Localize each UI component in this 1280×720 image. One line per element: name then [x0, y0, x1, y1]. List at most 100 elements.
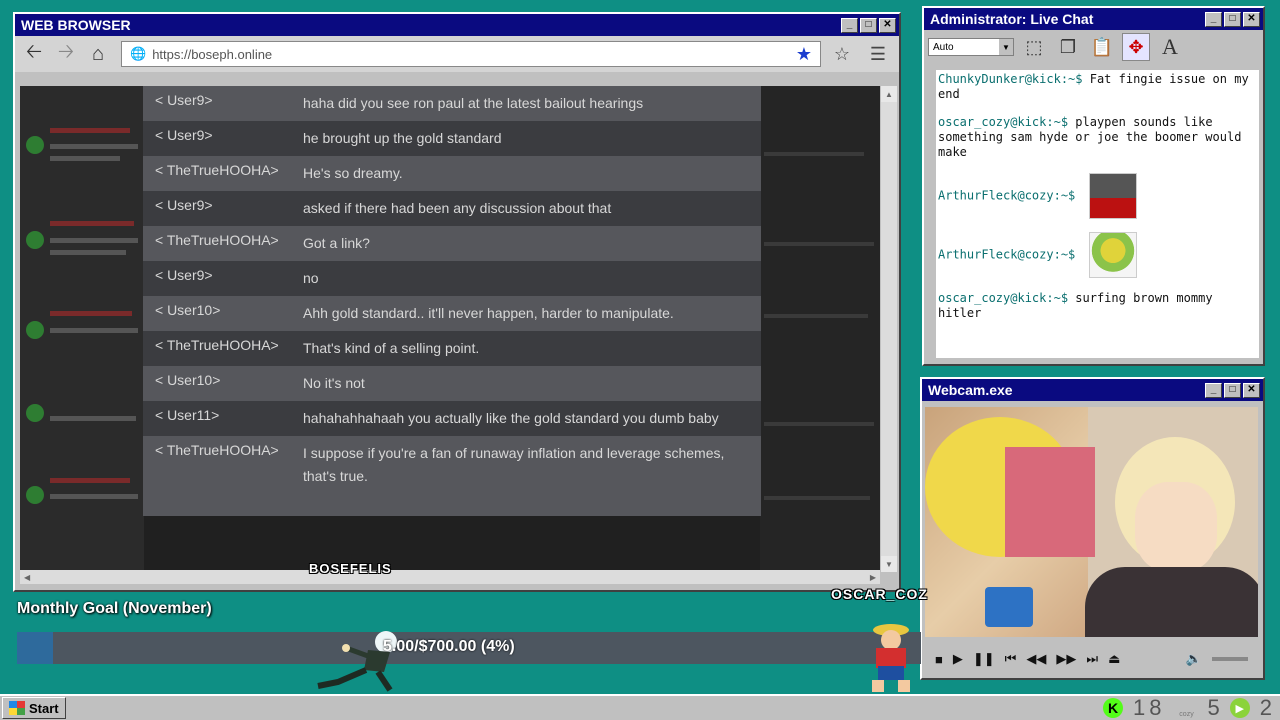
- font-icon[interactable]: A: [1156, 33, 1184, 61]
- row-message: That's kind of a selling point.: [303, 340, 480, 356]
- cozy-icon[interactable]: cozy: [1176, 698, 1198, 718]
- table-row: < User9> no: [143, 261, 761, 296]
- avatar: [26, 321, 44, 339]
- row-user: < TheTrueHOOHA>: [155, 337, 279, 353]
- stop-icon[interactable]: ■: [935, 652, 943, 667]
- webcam-titlebar[interactable]: Webcam.exe _ □ ✕: [922, 379, 1263, 401]
- chat-log: ChunkyDunker@kick:~$ Fat fingie issue on…: [936, 70, 1259, 358]
- home-icon[interactable]: ⌂: [85, 41, 111, 67]
- scroll-right-arrow-icon[interactable]: ▶: [870, 573, 876, 582]
- maximize-button[interactable]: □: [860, 17, 877, 33]
- webcam-window: Webcam.exe _ □ ✕ ■ ▶ ❚❚ ⏮ ◀◀ ▶▶ ⏭ ⏏ 🔈: [920, 377, 1265, 680]
- browser-titlebar[interactable]: WEB BROWSER _ □ ✕: [15, 14, 899, 36]
- page-content: < User9> haha did you see ron paul at th…: [20, 86, 880, 572]
- blurred-line: [764, 422, 874, 426]
- maximize-button[interactable]: □: [1224, 382, 1241, 398]
- streamer-name-overlay: OSCAR_COZ: [831, 586, 928, 602]
- blurred-line: [50, 250, 126, 255]
- live-chat-title: Administrator: Live Chat: [930, 11, 1094, 27]
- volume-slider[interactable]: [1212, 657, 1248, 661]
- chat-message: oscar_cozy@kick:~$ surfing brown mommy h…: [938, 291, 1257, 321]
- copy-icon[interactable]: ❐: [1054, 33, 1082, 61]
- scroll-left-arrow-icon[interactable]: ◀: [24, 573, 30, 582]
- avatar: [26, 136, 44, 154]
- menu-icon[interactable]: ☰: [863, 44, 893, 65]
- background-sidebar: [20, 86, 144, 572]
- play-platform-icon[interactable]: ▶: [1229, 698, 1250, 718]
- fast-forward-icon[interactable]: ▶▶: [1056, 651, 1076, 667]
- play-viewer-count: 2: [1259, 695, 1272, 720]
- favorites-star-icon[interactable]: ☆: [827, 44, 857, 65]
- minimize-button[interactable]: _: [1205, 382, 1222, 398]
- move-icon[interactable]: ✥: [1122, 33, 1150, 61]
- kick-viewer-count: 18: [1133, 695, 1166, 720]
- dropdown-arrow-icon: ▼: [999, 39, 1013, 55]
- rewind-icon[interactable]: ◀◀: [1026, 651, 1046, 667]
- play-icon[interactable]: ▶: [953, 651, 963, 667]
- cozy-viewer-count: 5: [1207, 695, 1220, 720]
- start-label: Start: [29, 700, 59, 716]
- minimize-button[interactable]: _: [841, 17, 858, 33]
- chat-username: ArthurFleck@cozy:~$: [938, 247, 1076, 262]
- scroll-down-arrow-icon[interactable]: ▼: [881, 556, 897, 572]
- selection-rectangle-icon[interactable]: ⬚: [1020, 33, 1048, 61]
- avatar: [26, 231, 44, 249]
- row-message: I suppose if you're a fan of runaway inf…: [303, 445, 725, 484]
- vertical-scrollbar[interactable]: ▲ ▼: [881, 86, 897, 572]
- chat-toolbar: Auto ▼ ⬚ ❐ 📋 ✥ A: [924, 30, 1263, 64]
- pirate-character-sprite: [872, 624, 910, 692]
- row-user: < User9>: [155, 127, 213, 143]
- blurred-line: [764, 314, 868, 318]
- row-message: asked if there had been any discussion a…: [303, 200, 612, 216]
- live-chat-window: Administrator: Live Chat _ □ ✕ Auto ▼ ⬚ …: [922, 6, 1265, 366]
- system-tray: K 18 cozy 5 ▶ 2: [1103, 695, 1272, 720]
- table-row: < User9> asked if there had been any dis…: [143, 191, 761, 226]
- eject-icon[interactable]: ⏏: [1108, 651, 1120, 667]
- kick-icon[interactable]: K: [1103, 698, 1124, 718]
- row-message: hahahahhahaah you actually like the gold…: [303, 410, 719, 426]
- row-user: < User10>: [155, 302, 221, 318]
- horizontal-scrollbar[interactable]: ◀ ▶: [20, 570, 880, 584]
- maximize-button[interactable]: □: [1224, 11, 1241, 27]
- forward-arrow-icon[interactable]: 🡢: [53, 41, 79, 67]
- webcam-title: Webcam.exe: [928, 382, 1013, 398]
- close-button[interactable]: ✕: [879, 17, 896, 33]
- minimize-button[interactable]: _: [1205, 11, 1222, 27]
- skip-back-icon[interactable]: ⏮: [1005, 651, 1017, 667]
- pause-icon[interactable]: ❚❚: [973, 651, 995, 667]
- row-user: < TheTrueHOOHA>: [155, 162, 279, 178]
- media-controls: ■ ▶ ❚❚ ⏮ ◀◀ ▶▶ ⏭ ⏏ 🔈: [925, 645, 1258, 673]
- chat-message: ArthurFleck@cozy:~$: [938, 173, 1257, 219]
- row-user: < User11>: [155, 407, 220, 423]
- streamer-name-overlay: BOSEFELIS: [309, 561, 392, 576]
- row-message: Ahh gold standard.. it'll never happen, …: [303, 305, 674, 321]
- table-row: < User10> Ahh gold standard.. it'll neve…: [143, 296, 761, 331]
- skip-forward-icon[interactable]: ⏭: [1086, 651, 1098, 667]
- table-row: < User11> hahahahhahaah you actually lik…: [143, 401, 761, 436]
- browser-title: WEB BROWSER: [21, 17, 131, 33]
- blurred-line: [764, 496, 870, 500]
- row-message: he brought up the gold standard: [303, 130, 502, 146]
- chat-username: ArthurFleck@cozy:~$: [938, 188, 1076, 203]
- volume-icon[interactable]: 🔈: [1186, 651, 1202, 667]
- back-arrow-icon[interactable]: 🡠: [21, 41, 47, 67]
- bookmark-star-icon[interactable]: ★: [796, 44, 812, 65]
- close-button[interactable]: ✕: [1243, 11, 1260, 27]
- blurred-line: [50, 156, 120, 161]
- background-right: [760, 86, 880, 572]
- row-user: < User9>: [155, 92, 213, 108]
- address-bar[interactable]: 🌐 https://boseph.online ★: [121, 41, 821, 67]
- start-button[interactable]: Start: [2, 697, 66, 719]
- blurred-line: [50, 311, 132, 316]
- paste-icon[interactable]: 📋: [1088, 33, 1116, 61]
- auto-select[interactable]: Auto ▼: [928, 38, 1014, 56]
- live-chat-titlebar[interactable]: Administrator: Live Chat _ □ ✕: [924, 8, 1263, 30]
- blurred-line: [50, 494, 138, 499]
- windows-logo-icon: [9, 701, 25, 715]
- scroll-up-arrow-icon[interactable]: ▲: [881, 86, 897, 102]
- chat-username: oscar_cozy@kick:~$: [938, 115, 1069, 129]
- close-button[interactable]: ✕: [1243, 382, 1260, 398]
- webcam-video: [925, 407, 1258, 637]
- row-message: Got a link?: [303, 235, 370, 251]
- avatar: [26, 404, 44, 422]
